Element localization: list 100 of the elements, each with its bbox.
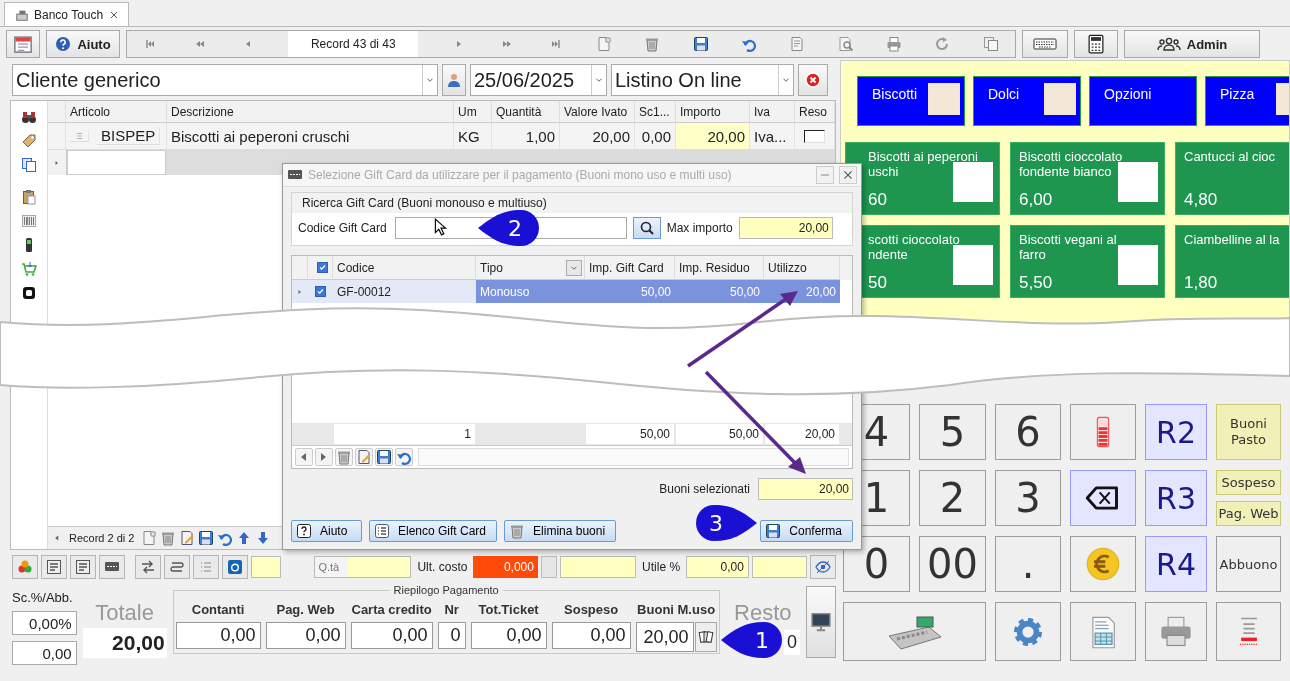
max-amount-field[interactable]: 20,00 — [738, 217, 833, 239]
cash-register-button[interactable] — [843, 602, 986, 661]
return-checkbox[interactable] — [804, 129, 825, 143]
vouchers-button[interactable] — [694, 622, 717, 652]
close-button[interactable] — [839, 166, 857, 184]
edit-icon[interactable] — [179, 530, 196, 546]
trash-icon[interactable] — [335, 448, 353, 466]
number-key[interactable]: 0 — [843, 536, 910, 592]
register-key[interactable]: R4 — [1145, 536, 1207, 592]
amount-field[interactable]: 0,00 — [551, 622, 631, 649]
backspace-button[interactable] — [1070, 470, 1136, 526]
square-icon[interactable] — [21, 285, 37, 301]
circles-button[interactable] — [12, 555, 38, 579]
calculator-button[interactable] — [1074, 30, 1118, 58]
trash-icon[interactable] — [644, 36, 661, 52]
amount-field[interactable]: 0,00 — [265, 622, 346, 649]
confirm-button[interactable]: Conferma — [760, 520, 853, 542]
next-icon[interactable] — [315, 448, 333, 466]
print-icon[interactable] — [886, 36, 903, 52]
amount-field[interactable]: 0,00 — [175, 622, 261, 649]
keyboard-button[interactable] — [1022, 30, 1068, 58]
form-button[interactable] — [41, 555, 67, 579]
tag-icon[interactable] — [21, 133, 37, 149]
checkbox[interactable] — [315, 286, 326, 297]
help-button[interactable]: Aiuto — [291, 520, 362, 542]
save-icon[interactable] — [198, 530, 215, 546]
number-key[interactable]: 5 — [919, 404, 986, 460]
help-button[interactable]: Aiuto — [46, 30, 120, 58]
customer-button[interactable] — [442, 64, 466, 96]
register-key[interactable]: R3 — [1145, 470, 1207, 526]
product-tile[interactable]: Cantucci al cioc 4,80 — [1175, 142, 1289, 215]
price-list-dropdown[interactable]: Listino On line — [611, 64, 794, 96]
camera-button[interactable] — [221, 555, 248, 579]
input-field[interactable] — [560, 556, 637, 578]
amount-field[interactable]: 0,00 — [350, 622, 433, 649]
filter-button[interactable] — [566, 259, 582, 276]
discount-key[interactable]: Abbuono — [1216, 536, 1281, 592]
amount-field[interactable]: 0 — [437, 622, 466, 649]
receipt-button[interactable] — [1216, 602, 1281, 661]
visibility-button[interactable] — [810, 555, 836, 579]
number-button[interactable] — [99, 555, 125, 579]
product-tile[interactable]: Ciambelline al la 1,80 — [1175, 225, 1289, 298]
payment-key[interactable]: Sospeso — [1216, 470, 1281, 495]
barcode-icon[interactable] — [21, 213, 37, 229]
cart-icon[interactable] — [21, 261, 37, 277]
register-key[interactable]: R2 — [1145, 404, 1207, 460]
input-field[interactable] — [250, 556, 282, 578]
input-field[interactable] — [751, 556, 807, 578]
refresh-icon[interactable] — [934, 36, 951, 52]
product-tile[interactable]: Biscotti cioccolato fondente bianco 6,00 — [1010, 142, 1165, 215]
date-dropdown[interactable]: 25/06/2025 — [470, 64, 607, 96]
discount-percent-field[interactable]: 0,00% — [12, 611, 77, 635]
save-icon[interactable] — [692, 36, 709, 52]
category-tile[interactable]: Pizza — [1205, 76, 1289, 126]
number-key[interactable]: . — [995, 536, 1061, 592]
loop-button[interactable] — [163, 555, 190, 579]
battery-button[interactable] — [1070, 404, 1136, 460]
scrollbar[interactable] — [418, 448, 849, 466]
display-button[interactable] — [806, 586, 836, 658]
category-tile[interactable]: Opzioni — [1089, 76, 1197, 126]
number-key[interactable]: 00 — [919, 536, 986, 592]
swap-button[interactable] — [134, 555, 161, 579]
discount-amount-field[interactable]: 0,00 — [12, 641, 77, 665]
voucher-key[interactable]: Buoni Pasto — [1216, 404, 1281, 460]
number-key[interactable]: 6 — [995, 404, 1061, 460]
category-tile[interactable]: Dolci — [973, 76, 1081, 126]
product-tile[interactable]: Biscotti vegani al farro 5,50 — [1010, 225, 1165, 298]
input-field[interactable] — [67, 150, 166, 175]
binoculars-icon[interactable] — [21, 109, 37, 125]
document-icon[interactable] — [789, 36, 806, 52]
document-tab[interactable]: Banco Touch — [4, 2, 130, 26]
amount-field[interactable]: 20,00 — [635, 622, 694, 652]
margin-field[interactable]: 0,00 — [686, 556, 749, 578]
previous-icon[interactable] — [295, 448, 313, 466]
copy-icon[interactable] — [982, 36, 999, 52]
delete-button[interactable]: Elimina buoni — [504, 520, 617, 542]
checkbox[interactable] — [316, 262, 328, 273]
user-button[interactable]: Admin — [1124, 30, 1260, 58]
preview-icon[interactable] — [837, 36, 854, 52]
gift-card-list-button[interactable]: Elenco Gift Card — [369, 520, 498, 542]
calendar-button[interactable] — [6, 30, 40, 58]
customer-dropdown[interactable]: Cliente generico — [12, 64, 438, 96]
trash-icon[interactable] — [160, 530, 177, 546]
number-key[interactable]: 3 — [995, 470, 1061, 526]
new-document-icon[interactable] — [595, 36, 612, 52]
list-form-button[interactable] — [70, 555, 96, 579]
expand-icon[interactable] — [70, 130, 89, 142]
search-button[interactable] — [632, 217, 661, 239]
clipboard-icon[interactable] — [21, 189, 37, 205]
new-record-icon[interactable] — [141, 530, 158, 546]
euro-coin-button[interactable] — [1070, 536, 1136, 592]
edit-icon[interactable] — [355, 448, 373, 466]
amount-field[interactable]: 0,00 — [470, 622, 547, 649]
copy-icon[interactable] — [21, 157, 37, 173]
undo-icon[interactable] — [395, 448, 413, 466]
number-key[interactable]: 2 — [919, 470, 986, 526]
column-header[interactable]: Tipo — [480, 260, 503, 275]
payment-key[interactable]: Pag. Web — [1216, 501, 1281, 526]
category-tile[interactable]: Biscotti — [857, 76, 965, 126]
close-button[interactable] — [798, 64, 828, 96]
